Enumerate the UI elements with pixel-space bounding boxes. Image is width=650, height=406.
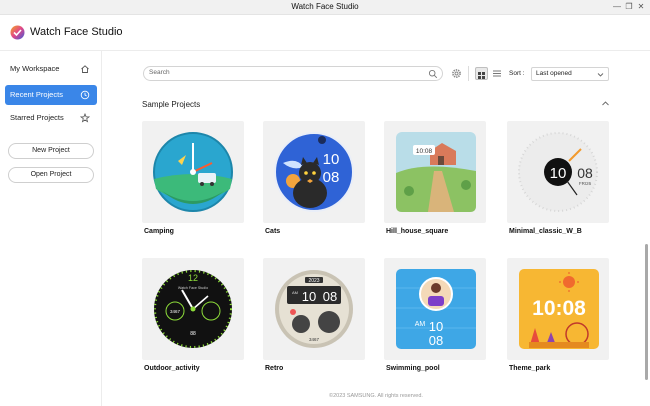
search-icon[interactable]	[428, 69, 438, 79]
toolbar-divider	[468, 66, 469, 81]
minimize-button[interactable]: —	[611, 1, 623, 13]
minimal-day: FRI26	[579, 181, 592, 186]
sidebar-item-label: Recent Projects	[10, 90, 63, 99]
close-button[interactable]: ✕	[635, 1, 647, 13]
swimming-pool-watch-face-image: AM 10 08	[396, 269, 476, 349]
outdoor-steps: 3467	[170, 309, 181, 314]
project-thumbnail: 10 08	[263, 121, 365, 223]
swimming-am: AM	[415, 321, 426, 328]
sort-label: Sort :	[509, 70, 525, 77]
retro-minute: 08	[323, 289, 337, 304]
search-placeholder: Search	[149, 69, 170, 76]
new-project-button[interactable]: New Project	[8, 143, 94, 159]
project-name: Swimming_pool	[386, 365, 440, 372]
retro-steps: 3467	[309, 337, 320, 342]
sidebar-item-my-workspace[interactable]: My Workspace	[5, 59, 97, 79]
sidebar-item-label: My Workspace	[10, 64, 60, 73]
search-input[interactable]: Search	[143, 66, 443, 81]
retro-year: 2023	[308, 278, 319, 284]
project-name: Retro	[265, 365, 284, 372]
minimal-minute: 08	[577, 165, 593, 181]
app-window: Watch Face Studio — ❐ ✕ Watch Face Studi…	[0, 0, 650, 406]
project-name: Minimal_classic_W_B	[509, 228, 582, 235]
hill-house-time: 10:08	[416, 148, 433, 155]
project-thumbnail	[142, 121, 244, 223]
swimming-minute: 08	[429, 333, 443, 348]
cats-hour: 10	[323, 151, 340, 168]
outdoor-brand: Watch Face Studio	[178, 286, 208, 290]
window-title: Watch Face Studio	[291, 2, 359, 11]
project-name: Theme_park	[509, 365, 551, 372]
project-thumbnail: AM 10 08	[384, 258, 486, 360]
title-bar: Watch Face Studio — ❐ ✕	[0, 0, 650, 15]
project-thumbnail: 10:08	[507, 258, 609, 360]
outdoor-bpm: 88	[190, 331, 196, 337]
project-thumbnail: 12 Watch Face Studio 3467 88	[142, 258, 244, 360]
app-header: Watch Face Studio	[0, 15, 650, 51]
grid-view-button[interactable]	[475, 67, 488, 80]
minimal-hour: 10	[550, 165, 567, 182]
chevron-up-icon[interactable]	[601, 99, 610, 108]
project-name: Cats	[265, 228, 281, 235]
sort-value: Last opened	[536, 70, 572, 77]
minimal-classic-watch-face-image: 10 08 FRI26	[518, 132, 598, 212]
section-title: Sample Projects	[142, 100, 201, 109]
sort-dropdown[interactable]: Last opened	[531, 67, 609, 81]
maximize-button[interactable]: ❐	[623, 1, 635, 13]
outdoor-activity-watch-face-image: 12 Watch Face Studio 3467 88	[154, 270, 232, 348]
retro-watch-face-image: 2023 AM 10 08 3467	[275, 270, 353, 348]
watch-face-studio-logo-icon	[10, 25, 25, 40]
hill-house-square-watch-face-image: 10:08	[396, 132, 476, 212]
scrollbar-thumb[interactable]	[645, 244, 648, 380]
home-icon	[81, 65, 89, 73]
app-name: Watch Face Studio	[30, 26, 123, 38]
swimming-hour: 10	[429, 319, 443, 334]
grid-view-icon	[478, 72, 485, 79]
cats-minute: 08	[323, 169, 340, 186]
star-icon	[80, 113, 90, 123]
retro-am: AM	[292, 290, 298, 295]
clock-icon	[80, 90, 90, 100]
theme-park-watch-face-image: 10:08	[519, 269, 599, 349]
project-name: Outdoor_activity	[144, 365, 200, 372]
chevron-down-icon	[597, 73, 604, 77]
open-project-button[interactable]: Open Project	[8, 167, 94, 183]
cats-watch-face-image: 10 08	[274, 132, 354, 212]
gear-icon[interactable]	[451, 68, 462, 79]
sidebar-item-starred-projects[interactable]: Starred Projects	[5, 108, 97, 128]
list-view-icon[interactable]	[491, 67, 503, 80]
project-thumbnail: 10 08 FRI26	[507, 121, 609, 223]
project-name: Hill_house_square	[386, 228, 449, 235]
project-name: Camping	[144, 228, 174, 235]
sidebar-item-label: Starred Projects	[10, 113, 64, 122]
outdoor-top-number: 12	[188, 273, 198, 283]
footer-copyright: ©2023 SAMSUNG. All rights reserved.	[329, 393, 423, 399]
sidebar: My Workspace Recent Projects Starred Pro…	[0, 51, 102, 406]
camping-watch-face-image	[153, 132, 233, 212]
sidebar-item-recent-projects[interactable]: Recent Projects	[5, 85, 97, 105]
theme-park-time: 10:08	[532, 297, 586, 320]
project-thumbnail: 2023 AM 10 08 3467	[263, 258, 365, 360]
project-thumbnail: 10:08	[384, 121, 486, 223]
retro-hour: 10	[302, 289, 316, 304]
